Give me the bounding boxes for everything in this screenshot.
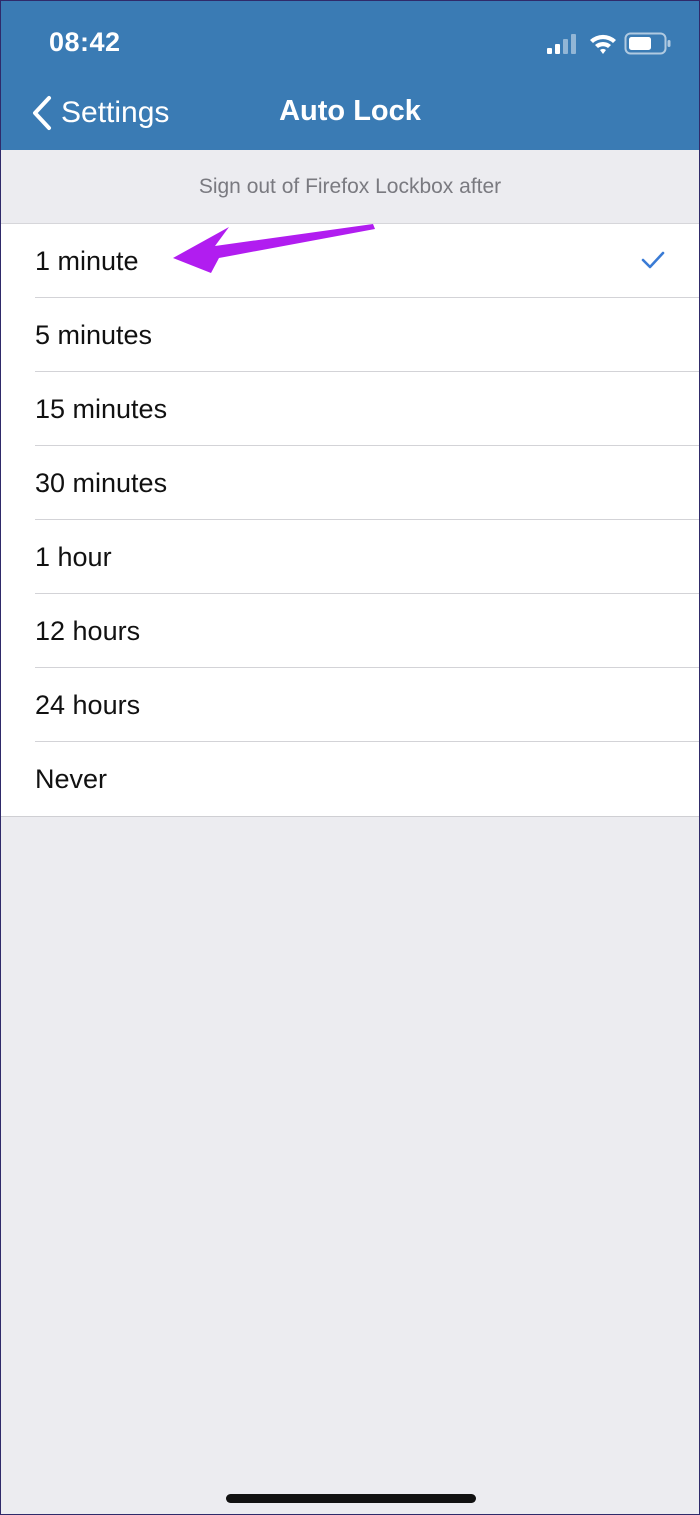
option-30-minutes[interactable]: 30 minutes bbox=[1, 446, 699, 520]
checkmark-icon bbox=[641, 251, 665, 269]
cellular-signal-icon bbox=[547, 34, 576, 54]
option-24-hours[interactable]: 24 hours bbox=[1, 668, 699, 742]
status-icons bbox=[547, 29, 677, 59]
page-title: Auto Lock bbox=[279, 95, 421, 127]
option-label: 24 hours bbox=[35, 689, 141, 720]
wifi-icon bbox=[590, 34, 616, 54]
navigation-header: 08:42 Settings Auto Lock bbox=[1, 1, 699, 150]
option-1-hour[interactable]: 1 hour bbox=[1, 520, 699, 594]
battery-icon bbox=[624, 32, 671, 55]
option-label: 12 hours bbox=[35, 615, 141, 646]
option-12-hours[interactable]: 12 hours bbox=[1, 594, 699, 668]
section-header: Sign out of Firefox Lockbox after bbox=[1, 150, 699, 224]
option-label: 1 hour bbox=[35, 541, 112, 572]
option-never[interactable]: Never bbox=[1, 742, 699, 816]
option-label: 30 minutes bbox=[35, 467, 168, 498]
option-label: 15 minutes bbox=[35, 393, 168, 424]
home-indicator[interactable] bbox=[226, 1494, 476, 1503]
option-15-minutes[interactable]: 15 minutes bbox=[1, 372, 699, 446]
annotation-arrow-icon bbox=[173, 224, 375, 273]
option-5-minutes[interactable]: 5 minutes bbox=[1, 298, 699, 372]
status-time: 08:42 bbox=[49, 27, 121, 57]
auto-lock-options-list: 1 minute 5 minutes 15 minutes 30 minutes… bbox=[1, 224, 699, 817]
option-label: 5 minutes bbox=[35, 319, 153, 350]
option-label: 1 minute bbox=[35, 245, 139, 276]
option-label: Never bbox=[35, 763, 108, 794]
